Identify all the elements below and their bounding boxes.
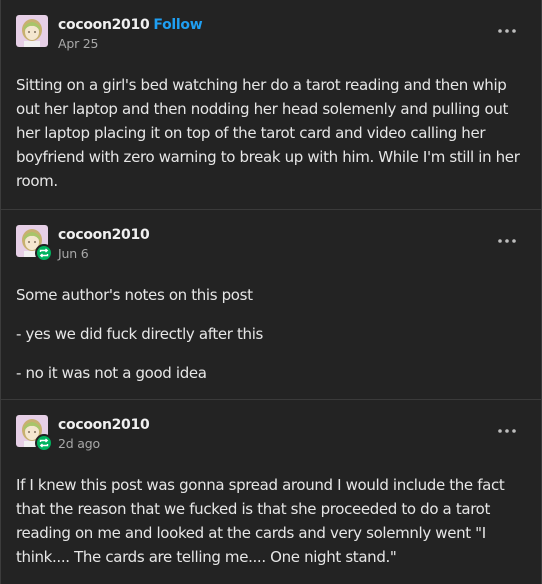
post-reblog: cocoon2010 2d ago If I knew this post wa… xyxy=(1,400,541,584)
username-link[interactable]: cocoon2010 xyxy=(58,17,150,33)
username-link[interactable]: cocoon2010 xyxy=(58,227,150,243)
post-text: If I knew this post was gonna spread aro… xyxy=(16,476,505,566)
reblog-icon xyxy=(35,244,53,262)
post-body: Sitting on a girl's bed watching her do … xyxy=(1,60,541,193)
reblog-icon xyxy=(35,434,53,452)
post-body: Some author's notes on this post - yes w… xyxy=(1,270,541,385)
more-options-icon[interactable] xyxy=(497,234,517,248)
post-text: - no it was not a good idea xyxy=(16,364,207,382)
more-options-icon[interactable] xyxy=(497,24,517,38)
post-thread: cocoon2010 Follow Apr 25 Sitting on a gir… xyxy=(0,0,542,584)
post-body: If I knew this post was gonna spread aro… xyxy=(1,460,541,569)
post-original: cocoon2010 Follow Apr 25 Sitting on a gir… xyxy=(1,0,541,210)
avatar-image xyxy=(16,15,48,47)
username-link[interactable]: cocoon2010 xyxy=(58,417,150,433)
post-meta: cocoon2010 2d ago xyxy=(58,415,150,453)
post-header: cocoon2010 Jun 6 xyxy=(1,210,541,270)
follow-button[interactable]: Follow xyxy=(153,17,202,33)
post-reblog: cocoon2010 Jun 6 Some author's notes on … xyxy=(1,210,541,400)
post-meta: cocoon2010 Jun 6 xyxy=(58,225,150,263)
avatar[interactable] xyxy=(16,225,53,262)
post-text: Some author's notes on this post xyxy=(16,286,253,304)
post-header: cocoon2010 Follow Apr 25 xyxy=(1,0,541,60)
post-text: Sitting on a girl's bed watching her do … xyxy=(16,76,520,190)
post-date[interactable]: Jun 6 xyxy=(58,245,149,263)
post-date[interactable]: Apr 25 xyxy=(58,35,202,53)
post-header: cocoon2010 2d ago xyxy=(1,400,541,460)
post-meta: cocoon2010 Follow Apr 25 xyxy=(58,15,203,53)
more-options-icon[interactable] xyxy=(497,424,517,438)
post-date[interactable]: 2d ago xyxy=(58,435,149,453)
avatar[interactable] xyxy=(16,15,48,47)
avatar[interactable] xyxy=(16,415,53,452)
post-text: - yes we did fuck directly after this xyxy=(16,325,263,343)
